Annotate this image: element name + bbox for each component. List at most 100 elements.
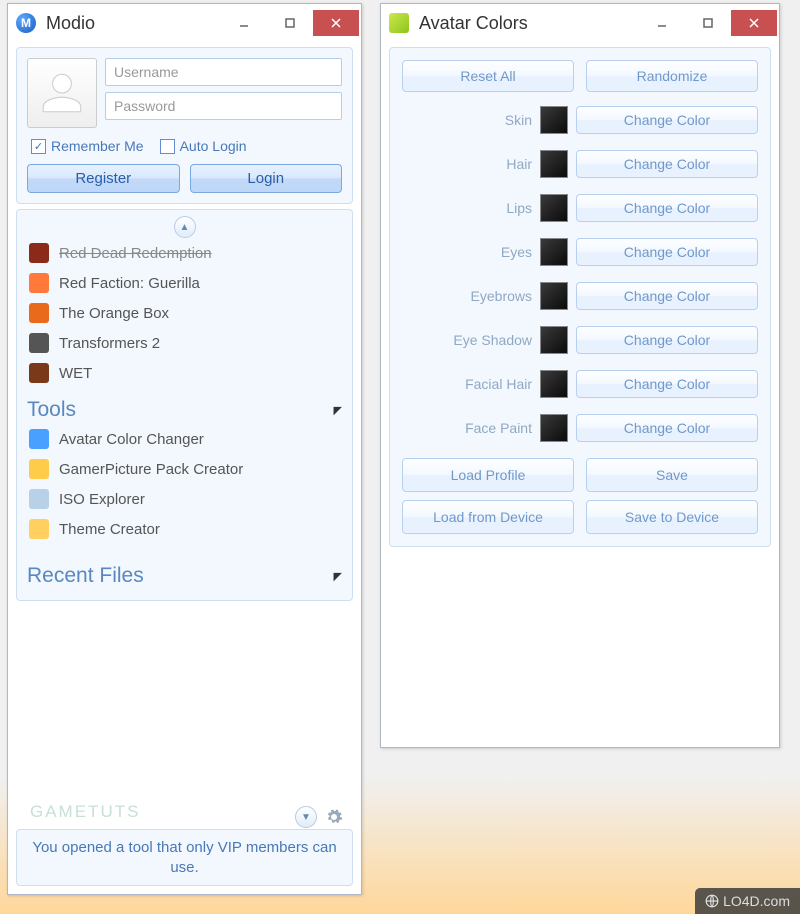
color-label: Face Paint [402,420,532,436]
maximize-button[interactable] [267,10,313,36]
tool-list-item[interactable]: GamerPicture Pack Creator [27,454,342,484]
avatar-colors-window: Avatar Colors Reset All Randomize Skin Ch… [380,3,780,748]
game-list-item[interactable]: Red Dead Redemption [27,238,342,268]
game-icon [29,333,49,353]
color-label: Hair [402,156,532,172]
color-swatch-hair[interactable] [540,150,568,178]
games-section: ▲ Red Dead Redemption Red Faction: Gueril… [16,209,353,601]
modio-window: M Modio ✓ Remember Me Auto Login [7,3,362,895]
save-to-device-button[interactable]: Save to Device [586,500,758,534]
color-label: Eyes [402,244,532,260]
lo4d-badge: LO4D.com [695,888,800,914]
color-row-facial-hair: Facial Hair Change Color [402,370,758,398]
register-button[interactable]: Register [27,164,180,193]
window-controls [221,10,359,36]
game-name: The Orange Box [59,305,169,322]
checkbox-icon: ✓ [31,139,46,154]
tool-name: GamerPicture Pack Creator [59,461,243,478]
change-color-button-facial-hair[interactable]: Change Color [576,370,758,398]
avatar-placeholder-icon [27,58,97,128]
watermark: GAMETUTS [30,802,140,822]
randomize-button[interactable]: Randomize [586,60,758,92]
modio-title: Modio [46,13,221,34]
color-swatch-eyes[interactable] [540,238,568,266]
login-panel: ✓ Remember Me Auto Login Register Login [16,47,353,204]
password-input[interactable] [105,92,342,120]
globe-icon [705,894,719,908]
game-list-item[interactable]: WET [27,358,342,388]
color-swatch-facial-hair[interactable] [540,370,568,398]
game-name: Red Faction: Guerilla [59,275,200,292]
triangle-icon: ◤ [334,570,342,583]
game-icon [29,243,49,263]
tool-list-item[interactable]: Avatar Color Changer [27,424,342,454]
gear-icon[interactable] [325,808,343,826]
triangle-icon: ◤ [334,404,342,417]
color-row-skin: Skin Change Color [402,106,758,134]
color-row-eye-shadow: Eye Shadow Change Color [402,326,758,354]
scroll-up-button[interactable]: ▲ [174,216,196,238]
change-color-button-skin[interactable]: Change Color [576,106,758,134]
color-swatch-lips[interactable] [540,194,568,222]
change-color-button-lips[interactable]: Change Color [576,194,758,222]
game-name: Transformers 2 [59,335,160,352]
scroll-down-button[interactable]: ▼ [295,806,317,828]
checkbox-icon [160,139,175,154]
game-icon [29,363,49,383]
game-list-item[interactable]: Red Faction: Guerilla [27,268,342,298]
tool-list-item[interactable]: ISO Explorer [27,484,342,514]
auto-login-checkbox[interactable]: Auto Login [160,138,247,154]
tool-name: Avatar Color Changer [59,431,204,448]
avatar-app-icon [389,13,409,33]
reset-all-button[interactable]: Reset All [402,60,574,92]
color-row-lips: Lips Change Color [402,194,758,222]
tool-name: Theme Creator [59,521,160,538]
close-button[interactable] [731,10,777,36]
tool-name: ISO Explorer [59,491,145,508]
avatar-colors-body: Reset All Randomize SkinChange ColorHair… [389,47,771,547]
recent-files-header[interactable]: Recent Files ◤ [27,560,342,590]
save-button[interactable]: Save [586,458,758,492]
color-swatch-face-paint[interactable] [540,414,568,442]
color-label: Eyebrows [402,288,532,304]
modio-titlebar: M Modio [8,4,361,42]
remember-me-checkbox[interactable]: ✓ Remember Me [31,138,144,154]
tool-list-item[interactable]: Theme Creator [27,514,342,544]
modio-icon: M [16,13,36,33]
tool-icon [29,429,49,449]
color-swatch-eyebrows[interactable] [540,282,568,310]
minimize-button[interactable] [639,10,685,36]
change-color-button-face-paint[interactable]: Change Color [576,414,758,442]
color-label: Eye Shadow [402,332,532,348]
change-color-button-eyes[interactable]: Change Color [576,238,758,266]
change-color-button-eyebrows[interactable]: Change Color [576,282,758,310]
tools-header[interactable]: Tools ◤ [27,394,342,424]
change-color-button-hair[interactable]: Change Color [576,150,758,178]
color-swatch-eye-shadow[interactable] [540,326,568,354]
tool-icon [29,519,49,539]
color-row-face-paint: Face Paint Change Color [402,414,758,442]
game-name: Red Dead Redemption [59,245,212,262]
avatar-title: Avatar Colors [419,13,639,34]
load-profile-button[interactable]: Load Profile [402,458,574,492]
game-icon [29,303,49,323]
close-button[interactable] [313,10,359,36]
load-from-device-button[interactable]: Load from Device [402,500,574,534]
color-label: Lips [402,200,532,216]
color-row-hair: Hair Change Color [402,150,758,178]
change-color-button-eye-shadow[interactable]: Change Color [576,326,758,354]
tool-icon [29,459,49,479]
color-label: Facial Hair [402,376,532,392]
game-list-item[interactable]: The Orange Box [27,298,342,328]
color-swatch-skin[interactable] [540,106,568,134]
color-row-eyebrows: Eyebrows Change Color [402,282,758,310]
avatar-titlebar: Avatar Colors [381,4,779,42]
maximize-button[interactable] [685,10,731,36]
game-list-item[interactable]: Transformers 2 [27,328,342,358]
color-row-eyes: Eyes Change Color [402,238,758,266]
tool-icon [29,489,49,509]
login-button[interactable]: Login [190,164,343,193]
username-input[interactable] [105,58,342,86]
color-label: Skin [402,112,532,128]
minimize-button[interactable] [221,10,267,36]
